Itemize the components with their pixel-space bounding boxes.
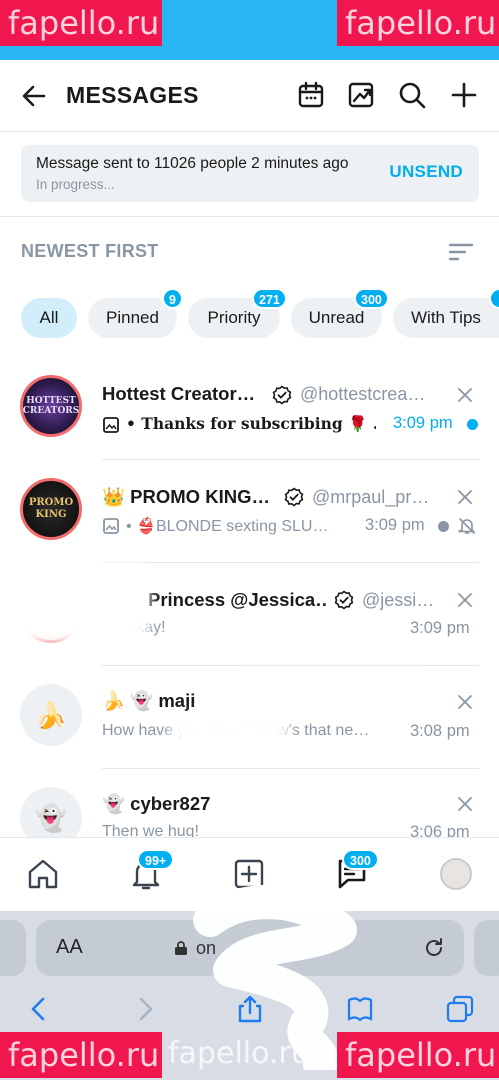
filter-chip-label: Priority [207, 308, 261, 327]
avatar-emoji: 🍌 [34, 699, 68, 730]
chat-name: Hottest Creator… [102, 383, 256, 404]
banner-message: Message sent to 11026 people 2 minutes a… [36, 155, 349, 172]
filter-chip-label: With Tips [411, 308, 481, 327]
image-icon [103, 518, 119, 534]
chat-name: 🍌 👻 maji [102, 690, 196, 711]
chat-name: 👑 PROMO KING… [102, 486, 270, 507]
chat-handle: @mrpaul_pr… [312, 487, 430, 507]
close-icon[interactable] [458, 593, 472, 607]
tips-count-badge [489, 288, 499, 309]
image-icon [103, 417, 119, 433]
reader-mode-button[interactable]: AA [56, 936, 83, 959]
chat-handle: @jessi… [362, 590, 435, 610]
home-icon[interactable] [25, 856, 61, 892]
chat-name: Princess @Jessica… [148, 589, 328, 610]
avatar[interactable]: PROMO KING [20, 478, 82, 540]
chat-handle: @hottestcrea… [300, 384, 426, 404]
sort-label[interactable]: NEWEST FIRST [21, 241, 159, 262]
header: MESSAGES [0, 60, 499, 132]
verified-icon [284, 487, 304, 507]
chat-row[interactable]: PROMO KING 👑 PROMO KING… @mrpaul_pr… • 👙… [0, 460, 499, 563]
banner-status: In progress... [36, 177, 115, 192]
unsend-button[interactable]: UNSEND [389, 162, 463, 182]
browser-forward-icon[interactable] [130, 994, 160, 1024]
close-icon[interactable] [458, 797, 472, 811]
previous-tab[interactable] [0, 920, 26, 976]
notifications-badge: 99+ [137, 849, 175, 870]
filter-chip-all[interactable]: All [21, 298, 77, 338]
redaction-blur [230, 783, 390, 813]
close-icon[interactable] [458, 388, 472, 402]
filter-chip-unread[interactable]: Unread 300 [291, 288, 389, 338]
verified-icon [272, 385, 292, 405]
browser-back-icon[interactable] [24, 994, 54, 1024]
chat-time: 3:08 pm [410, 722, 470, 740]
chat-row[interactable]: HOTTEST CREATORS Hottest Creator… @hotte… [0, 357, 499, 460]
watermark-top-right: fapello.ru [337, 0, 499, 46]
redaction-blur [220, 674, 450, 714]
sort-icon[interactable] [448, 242, 474, 262]
unread-count-badge: 300 [354, 288, 389, 309]
reload-icon[interactable] [422, 936, 446, 960]
avatar-logo-text: PROMO KING [28, 497, 74, 520]
avatar-logo-text: HOTTEST CREATORS [22, 396, 80, 416]
chat-preview: • Thanks for subscribing 🌹 … [126, 414, 376, 433]
close-icon[interactable] [458, 490, 472, 504]
close-icon[interactable] [458, 695, 472, 709]
divider [0, 216, 499, 217]
filter-chip-label: Pinned [106, 308, 159, 327]
watermark-bottom-left: fapello.ru [0, 1032, 162, 1078]
chat-time: 3:09 pm [393, 414, 453, 432]
muted-bell-icon [458, 518, 476, 534]
chat-row[interactable]: 🍌 🍌 👻 maji How have you been? How's that… [0, 666, 499, 769]
messages-badge: 300 [342, 849, 379, 870]
pinned-count-badge: 9 [162, 288, 183, 309]
avatar[interactable]: 🍌 [20, 684, 82, 746]
redaction-blur [170, 716, 290, 746]
chat-preview: • 👙BLONDE sexting SLU… [126, 518, 329, 535]
verified-icon [334, 590, 354, 610]
redaction-blur [0, 563, 150, 643]
next-tab[interactable] [474, 920, 499, 976]
unread-dot [467, 419, 478, 430]
new-message-plus-icon[interactable] [449, 80, 479, 110]
read-dot [438, 521, 449, 532]
search-icon[interactable] [397, 80, 427, 110]
mass-message-banner: Message sent to 11026 people 2 minutes a… [21, 145, 479, 202]
avatar-emoji: 👻 [34, 802, 68, 833]
media-stats-icon[interactable] [346, 80, 376, 110]
chat-name: 👻 cyber827 [102, 793, 211, 814]
filter-chip-label: All [39, 308, 59, 327]
calendar-icon[interactable] [296, 80, 326, 110]
priority-count-badge: 271 [252, 288, 287, 309]
chat-time: 3:09 pm [410, 619, 470, 637]
chat-time: 3:09 pm [365, 516, 425, 534]
lock-icon [175, 941, 187, 955]
profile-avatar[interactable] [440, 858, 472, 890]
watermark-bottom-right: fapello.ru [337, 1032, 499, 1078]
watermark-top-left: fapello.ru [0, 0, 162, 46]
tabs-icon[interactable] [445, 994, 475, 1024]
back-arrow-icon[interactable] [20, 82, 48, 110]
filter-chip-priority[interactable]: Priority 271 [188, 288, 287, 338]
filter-chip-pinned[interactable]: Pinned 9 [88, 288, 183, 338]
filter-chip-with-tips[interactable]: With Tips [393, 288, 499, 338]
filter-chip-label: Unread [308, 308, 365, 327]
chat-row[interactable]: Princess @Jessica… @jessi… I'm okay! 3:0… [0, 563, 499, 666]
avatar[interactable]: HOTTEST CREATORS [20, 375, 82, 437]
page-title: MESSAGES [66, 82, 199, 108]
